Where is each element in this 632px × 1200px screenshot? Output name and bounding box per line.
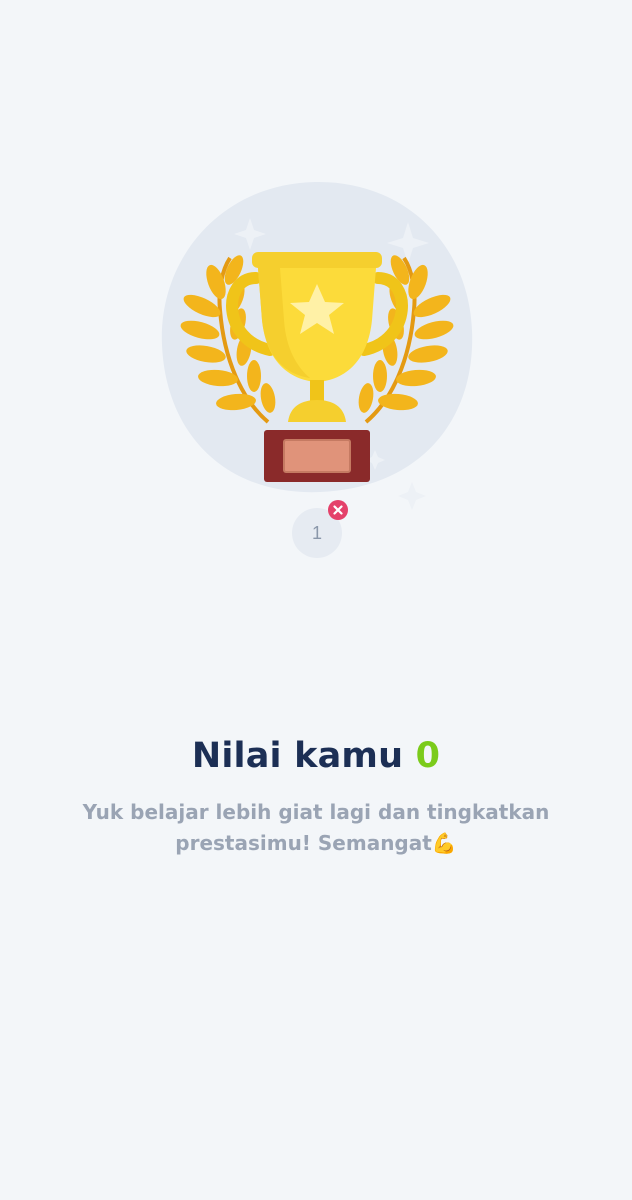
motivation-message: Yuk belajar lebih giat lagi dan tingkatk… bbox=[80, 797, 552, 859]
wrong-answer-badge bbox=[328, 500, 348, 520]
score-heading: Nilai kamu 0 bbox=[0, 736, 632, 776]
question-number: 1 bbox=[311, 522, 322, 543]
flexed-biceps-icon: 💪 bbox=[431, 831, 457, 855]
motivation-text: Yuk belajar lebih giat lagi dan tingkatk… bbox=[82, 800, 550, 855]
trophy-icon bbox=[161, 181, 473, 510]
trophy-illustration bbox=[150, 170, 484, 510]
score-value: 0 bbox=[415, 736, 441, 776]
score-label: Nilai kamu bbox=[191, 736, 404, 776]
close-icon bbox=[333, 505, 343, 515]
